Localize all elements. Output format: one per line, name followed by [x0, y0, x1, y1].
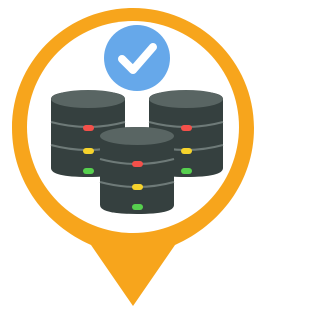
- database-server-icon-front: [99, 127, 175, 214]
- database-location-pin-icon: [12, 8, 254, 306]
- check-mark-icon: [104, 25, 170, 91]
- database-location-pin-graphic: [0, 0, 266, 317]
